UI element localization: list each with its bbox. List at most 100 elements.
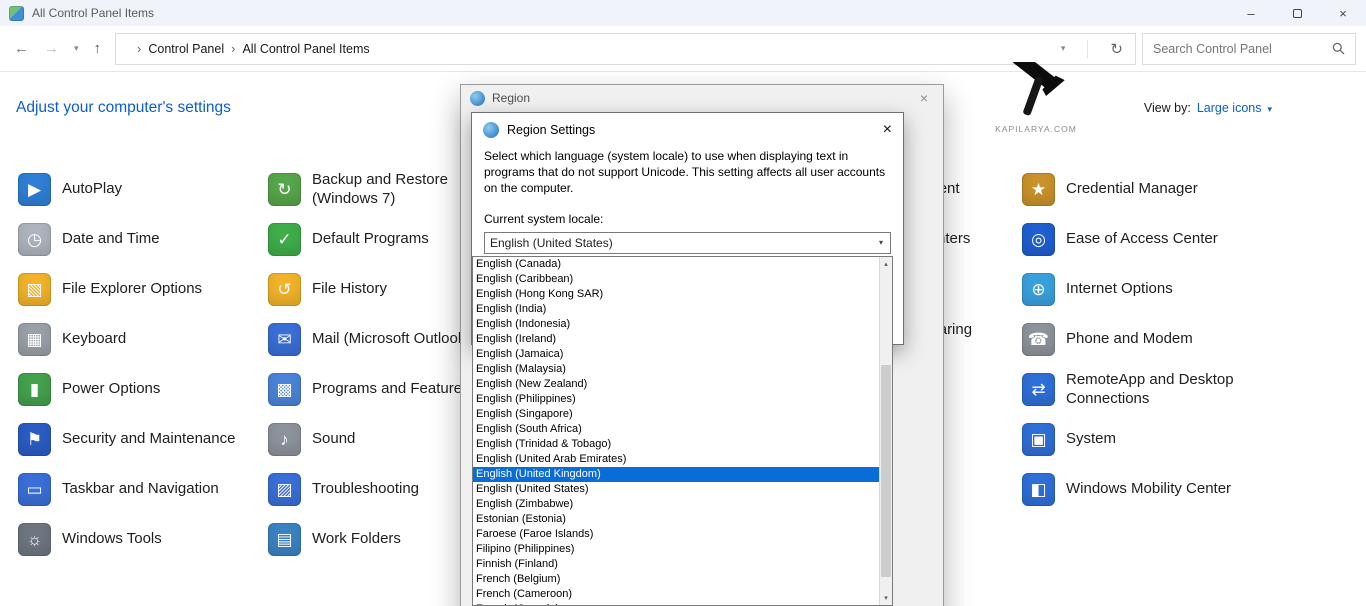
locale-option-english-india[interactable]: English (India)	[473, 302, 879, 317]
locale-option-english-united-kingdom[interactable]: English (United Kingdom)	[473, 467, 879, 482]
locale-option-finnish-finland[interactable]: Finnish (Finland)	[473, 557, 879, 572]
phone-and-modem-icon: ☎	[1022, 323, 1055, 356]
locale-options: English (Canada)English (Caribbean)Engli…	[473, 257, 879, 606]
item-label: RemoteApp and Desktop Connections	[1066, 370, 1242, 409]
sound-icon: ♪	[268, 423, 301, 456]
item-label: Internet Options	[1066, 279, 1242, 299]
item-label: Windows Mobility Center	[1066, 479, 1242, 499]
locale-option-english-ireland[interactable]: English (Ireland)	[473, 332, 879, 347]
item-label: Ease of Access Center	[1066, 229, 1242, 249]
credential-manager-icon: ★	[1022, 173, 1055, 206]
locale-option-english-zimbabwe[interactable]: English (Zimbabwe)	[473, 497, 879, 512]
locale-option-english-singapore[interactable]: English (Singapore)	[473, 407, 879, 422]
control-panel-item-power-options[interactable]: ▮ Power Options	[18, 364, 258, 414]
locale-option-english-united-arab-emirates[interactable]: English (United Arab Emirates)	[473, 452, 879, 467]
locale-option-french-canada[interactable]: French (Canada)	[473, 602, 879, 606]
control-panel-item-windows-mobility-center[interactable]: ◧ Windows Mobility Center	[1022, 464, 1262, 514]
scroll-up-button[interactable]: ▴	[880, 257, 892, 271]
mail-icon: ✉	[268, 323, 301, 356]
control-panel-item-windows-tools[interactable]: ☼ Windows Tools	[18, 514, 258, 564]
scrollbar-thumb[interactable]	[881, 365, 891, 577]
autoplay-icon: ▶	[18, 173, 51, 206]
control-panel-item-keyboard[interactable]: ▦ Keyboard	[18, 314, 258, 364]
taskbar-icon: ▭	[18, 473, 51, 506]
work-folders-icon: ▤	[268, 523, 301, 556]
region-settings-title: Region Settings	[507, 123, 595, 137]
locale-option-english-hong-kong-sar[interactable]: English (Hong Kong SAR)	[473, 287, 879, 302]
locale-option-english-jamaica[interactable]: English (Jamaica)	[473, 347, 879, 362]
system-icon: ▣	[1022, 423, 1055, 456]
control-panel-item-security-and-maintenance[interactable]: ⚑ Security and Maintenance	[18, 414, 258, 464]
control-panel-item-autoplay[interactable]: ▶ AutoPlay	[18, 164, 258, 214]
locale-dropdown-list: English (Canada)English (Caribbean)Engli…	[472, 256, 893, 606]
dropdown-scrollbar[interactable]: ▴ ▾	[879, 257, 892, 605]
internet-options-icon: ⊕	[1022, 273, 1055, 306]
region-settings-titlebar: Region Settings ×	[472, 113, 903, 147]
locale-option-filipino-philippines[interactable]: Filipino (Philippines)	[473, 542, 879, 557]
combobox-caret-icon: ▾	[879, 238, 883, 247]
item-label: Keyboard	[62, 329, 238, 349]
backup-and-restore-icon: ↻	[268, 173, 301, 206]
control-panel-item-remoteapp-and-desktop-connections[interactable]: ⇄ RemoteApp and Desktop Connections	[1022, 364, 1262, 414]
locale-option-french-cameroon[interactable]: French (Cameroon)	[473, 587, 879, 602]
item-label: Date and Time	[62, 229, 238, 249]
control-panel-item-ease-of-access-center[interactable]: ◎ Ease of Access Center	[1022, 214, 1262, 264]
windows-tools-icon: ☼	[18, 523, 51, 556]
locale-option-french-belgium[interactable]: French (Belgium)	[473, 572, 879, 587]
mobility-center-icon: ◧	[1022, 473, 1055, 506]
locale-option-estonian-estonia[interactable]: Estonian (Estonia)	[473, 512, 879, 527]
region-dialog-close-button[interactable]: ×	[914, 90, 934, 106]
locale-option-faroese-faroe-islands[interactable]: Faroese (Faroe Islands)	[473, 527, 879, 542]
item-label: Power Options	[62, 379, 238, 399]
power-options-icon: ▮	[18, 373, 51, 406]
locale-option-english-united-states[interactable]: English (United States)	[473, 482, 879, 497]
ease-of-access-icon: ◎	[1022, 223, 1055, 256]
date-and-time-icon: ◷	[18, 223, 51, 256]
region-settings-close-button[interactable]: ×	[862, 121, 892, 139]
keyboard-icon: ▦	[18, 323, 51, 356]
locale-option-english-trinidad-tobago[interactable]: English (Trinidad & Tobago)	[473, 437, 879, 452]
region-settings-icon	[483, 122, 499, 138]
control-panel-item-system[interactable]: ▣ System	[1022, 414, 1262, 464]
locale-option-english-south-africa[interactable]: English (South Africa)	[473, 422, 879, 437]
file-history-icon: ↺	[268, 273, 301, 306]
item-label: Windows Tools	[62, 529, 238, 549]
file-explorer-options-icon: ▧	[18, 273, 51, 306]
watermark-text: KAPILARYA.COM	[988, 124, 1084, 134]
item-label: AutoPlay	[62, 179, 238, 199]
region-dialog-title: Region	[492, 91, 530, 105]
default-programs-icon: ✓	[268, 223, 301, 256]
locale-option-english-canada[interactable]: English (Canada)	[473, 257, 879, 272]
security-and-maintenance-icon: ⚑	[18, 423, 51, 456]
region-dialog-titlebar: Region ×	[461, 85, 943, 111]
scroll-down-button[interactable]: ▾	[880, 591, 892, 605]
item-label: Security and Maintenance	[62, 429, 238, 449]
control-panel-item-file-explorer-options[interactable]: ▧ File Explorer Options	[18, 264, 258, 314]
system-locale-combobox-value: English (United States)	[490, 236, 613, 250]
system-locale-combobox[interactable]: English (United States) ▾	[484, 232, 891, 254]
control-panel-item-date-and-time[interactable]: ◷ Date and Time	[18, 214, 258, 264]
locale-option-english-new-zealand[interactable]: English (New Zealand)	[473, 377, 879, 392]
item-label: System	[1066, 429, 1242, 449]
programs-and-features-icon: ▩	[268, 373, 301, 406]
item-label: Phone and Modem	[1066, 329, 1242, 349]
locale-option-english-indonesia[interactable]: English (Indonesia)	[473, 317, 879, 332]
control-panel-item-taskbar-and-navigation[interactable]: ▭ Taskbar and Navigation	[18, 464, 258, 514]
item-label: Credential Manager	[1066, 179, 1242, 199]
region-settings-body: Select which language (system locale) to…	[472, 147, 903, 254]
control-panel-item-phone-and-modem[interactable]: ☎ Phone and Modem	[1022, 314, 1262, 364]
troubleshooting-icon: ▨	[268, 473, 301, 506]
locale-option-english-malaysia[interactable]: English (Malaysia)	[473, 362, 879, 377]
current-system-locale-label: Current system locale:	[484, 212, 891, 226]
watermark: KAPILARYA.COM	[988, 62, 1084, 134]
control-panel-item-internet-options[interactable]: ⊕ Internet Options	[1022, 264, 1262, 314]
control-panel-item-credential-manager[interactable]: ★ Credential Manager	[1022, 164, 1262, 214]
remoteapp-icon: ⇄	[1022, 373, 1055, 406]
hammer-icon	[994, 62, 1078, 118]
item-label: Taskbar and Navigation	[62, 479, 238, 499]
locale-option-english-caribbean[interactable]: English (Caribbean)	[473, 272, 879, 287]
item-label: File Explorer Options	[62, 279, 238, 299]
locale-option-english-philippines[interactable]: English (Philippines)	[473, 392, 879, 407]
region-dialog-icon	[470, 91, 485, 106]
region-settings-description: Select which language (system locale) to…	[484, 149, 891, 197]
